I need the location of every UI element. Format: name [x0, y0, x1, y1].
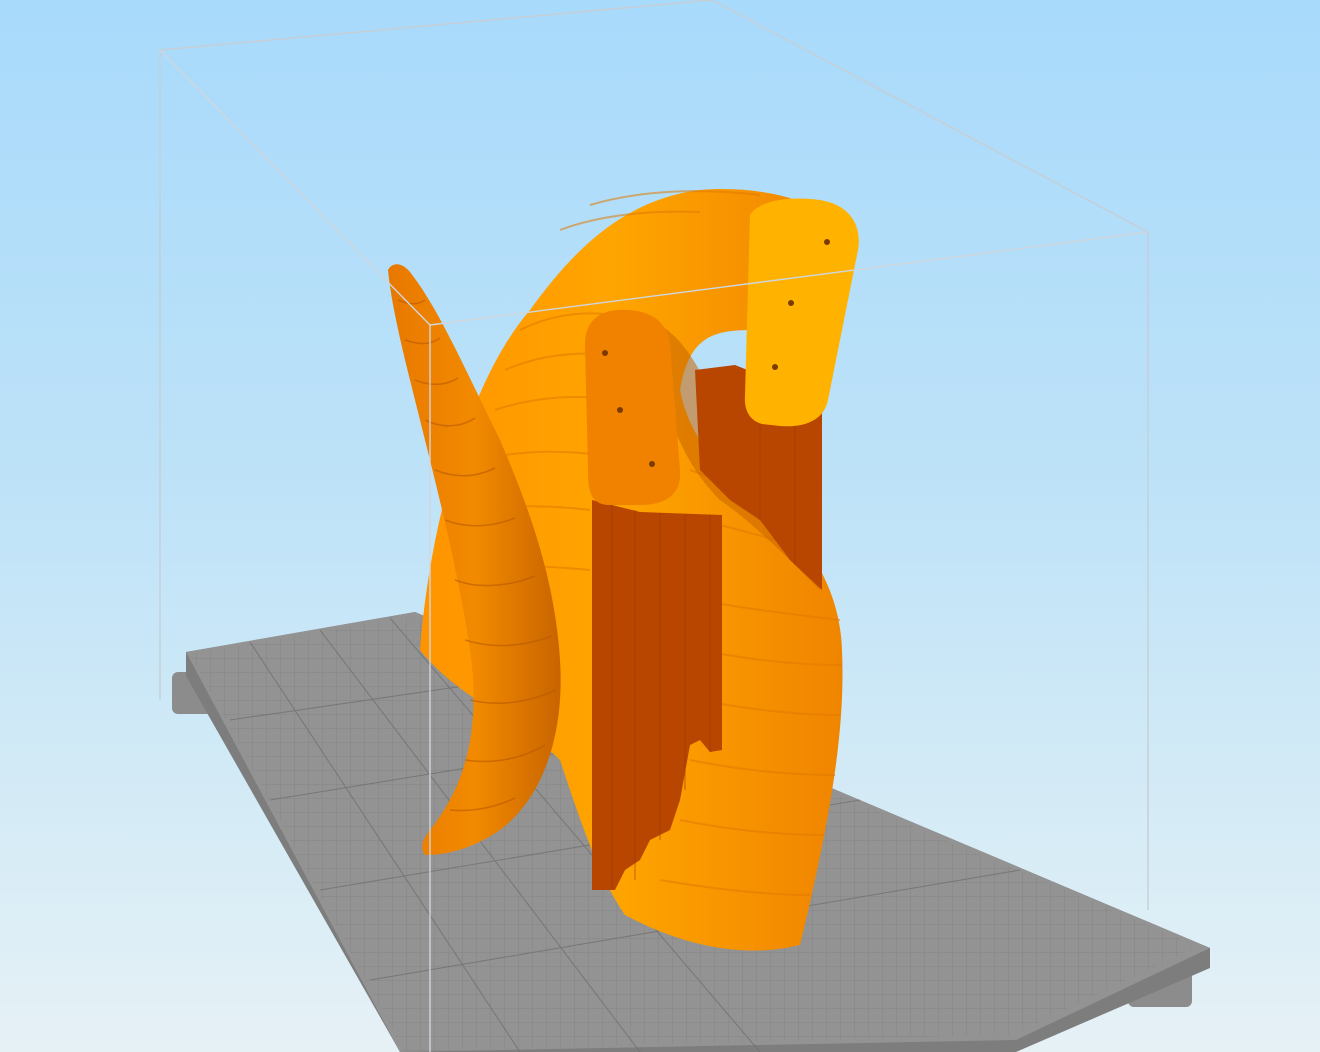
mount-plate-front[interactable]	[585, 309, 681, 505]
mount-plate-top[interactable]	[744, 198, 859, 427]
scene-canvas[interactable]	[0, 0, 1320, 1052]
3d-viewport[interactable]	[0, 0, 1320, 1052]
horn-model-icon[interactable]	[388, 189, 859, 951]
